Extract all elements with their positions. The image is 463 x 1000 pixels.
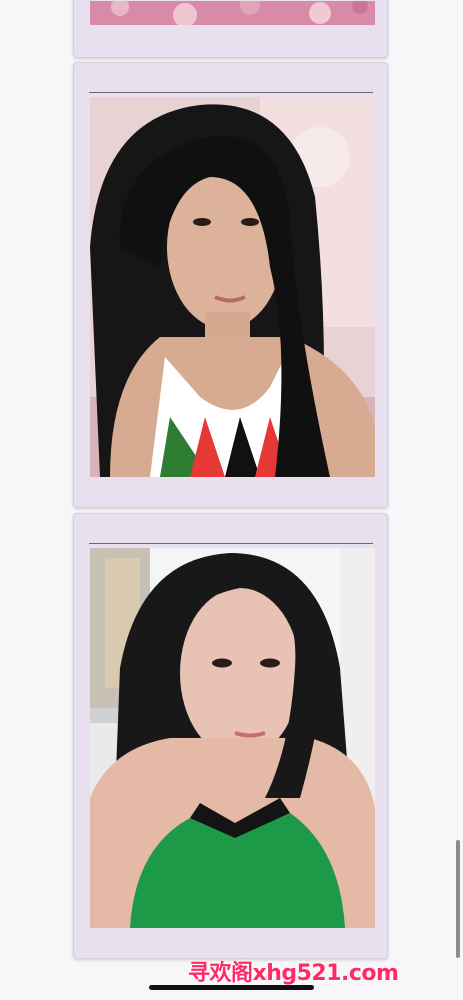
home-indicator[interactable] <box>149 985 314 990</box>
scrollbar[interactable] <box>456 840 460 958</box>
card-image-3[interactable] <box>90 548 375 928</box>
feed-card-1 <box>73 0 388 58</box>
card-image-2[interactable] <box>90 97 375 477</box>
feed-card-2 <box>73 62 388 508</box>
watermark-text: 寻欢阁xhg521.com <box>188 961 399 986</box>
card-image-1[interactable] <box>90 1 375 25</box>
card-divider <box>89 543 373 544</box>
card-divider <box>89 92 373 93</box>
feed-card-3 <box>73 513 388 959</box>
